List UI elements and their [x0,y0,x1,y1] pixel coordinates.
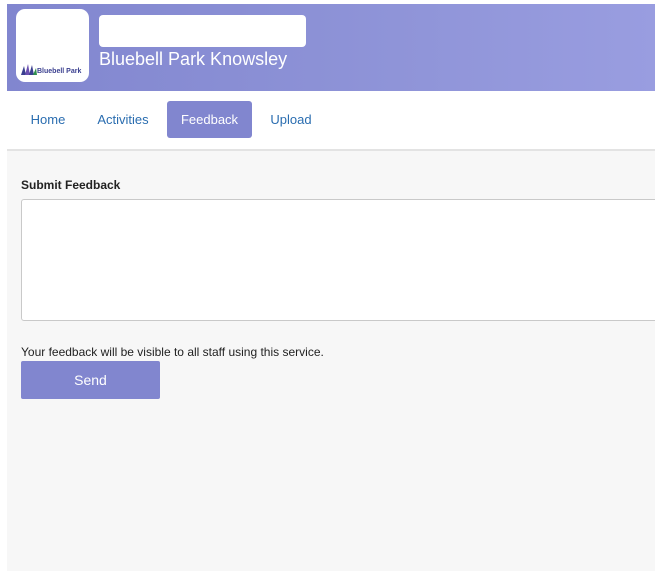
nav-tab-home[interactable]: Home [21,101,75,138]
submit-feedback-label: Submit Feedback [21,178,121,192]
site-header: Bluebell Park Bluebell Park Knowsley [7,4,655,91]
visibility-notice: Your feedback will be visible to all sta… [21,345,324,359]
main-nav: Home Activities Feedback Upload [7,91,655,151]
logo-text: Bluebell Park [37,68,82,75]
bluebell-flower-icon [21,64,37,75]
nav-tab-upload[interactable]: Upload [260,101,322,138]
feedback-panel: Submit Feedback Your feedback will be vi… [7,151,655,571]
nav-tab-feedback[interactable]: Feedback [167,101,252,138]
site-title: Bluebell Park Knowsley [99,49,288,69]
send-button[interactable]: Send [21,361,160,399]
nav-tab-activities[interactable]: Activities [90,101,156,138]
feedback-textarea[interactable] [21,199,655,321]
page: Bluebell Park Bluebell Park Knowsley Hom… [0,0,655,571]
site-logo[interactable]: Bluebell Park [16,9,89,82]
left-gutter [0,0,7,571]
title-box [99,15,306,47]
